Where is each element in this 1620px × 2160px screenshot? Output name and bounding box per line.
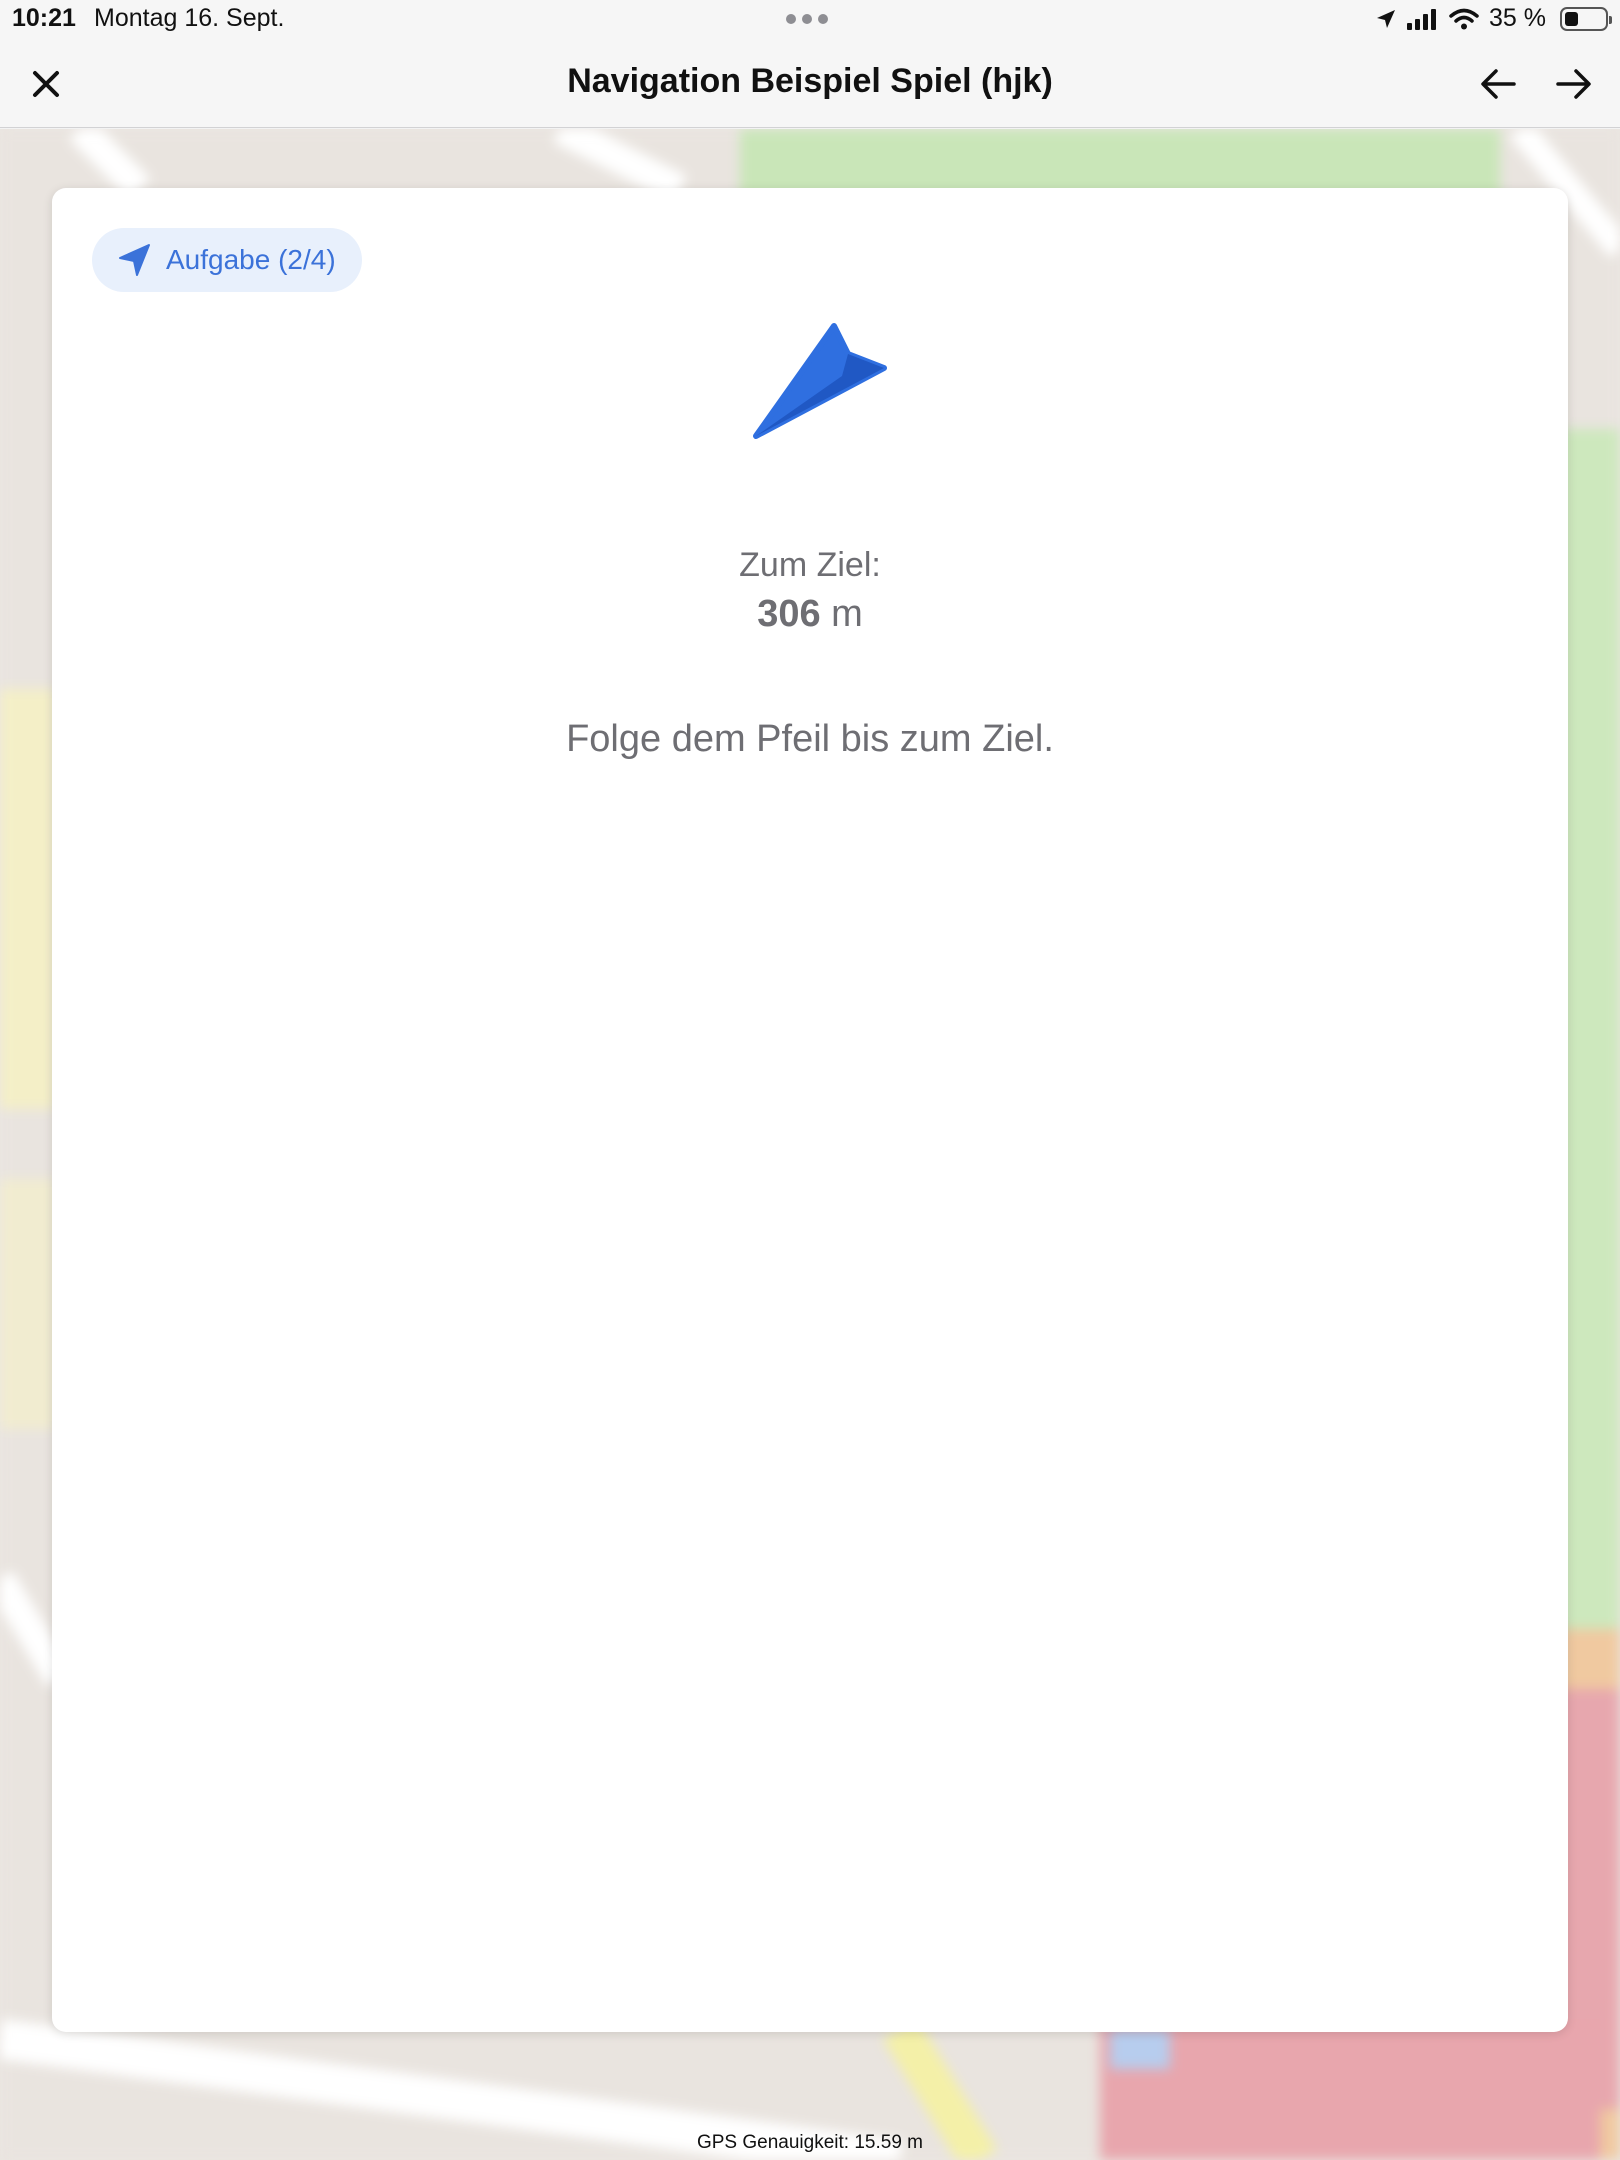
distance-readout: 306 m bbox=[52, 593, 1568, 636]
distance-unit: m bbox=[831, 593, 863, 635]
task-card: Aufgabe (2/4) Zum Ziel: 306 m Folge dem … bbox=[52, 188, 1568, 2032]
distance-label: Zum Ziel: bbox=[739, 546, 881, 584]
battery-percentage: 35 % bbox=[1489, 4, 1546, 32]
wifi-icon bbox=[1449, 8, 1479, 29]
instruction-text: Folge dem Pfeil bis zum Ziel. bbox=[566, 718, 1054, 760]
distance-value: 306 bbox=[757, 593, 821, 635]
location-arrow-icon bbox=[1377, 9, 1396, 28]
navigation-bar: Navigation Beispiel Spiel (hjk) bbox=[0, 40, 1620, 128]
page-title: Navigation Beispiel Spiel (hjk) bbox=[567, 62, 1053, 100]
direction-arrow-icon bbox=[753, 323, 887, 439]
status-indicators: 35 % bbox=[1375, 4, 1612, 33]
cellular-signal-icon bbox=[1407, 8, 1437, 30]
status-date: Montag 16. Sept. bbox=[94, 4, 285, 32]
navigation-arrow-icon bbox=[119, 244, 150, 276]
next-button[interactable] bbox=[1552, 62, 1596, 106]
status-bar: 10:21 Montag 16. Sept. 35 % bbox=[0, 0, 1620, 40]
previous-button[interactable] bbox=[1476, 62, 1520, 106]
status-time: 10:21 bbox=[12, 4, 76, 32]
gps-accuracy-text: GPS Genauigkeit: 15.59 m bbox=[696, 2132, 923, 2153]
arrow-right-icon bbox=[1556, 69, 1591, 99]
battery-icon bbox=[1560, 6, 1612, 31]
task-progress-chip[interactable]: Aufgabe (2/4) bbox=[92, 228, 362, 292]
multitasking-dots-icon[interactable] bbox=[786, 14, 828, 24]
task-progress-label: Aufgabe (2/4) bbox=[166, 244, 336, 275]
arrow-left-icon bbox=[1481, 69, 1516, 99]
